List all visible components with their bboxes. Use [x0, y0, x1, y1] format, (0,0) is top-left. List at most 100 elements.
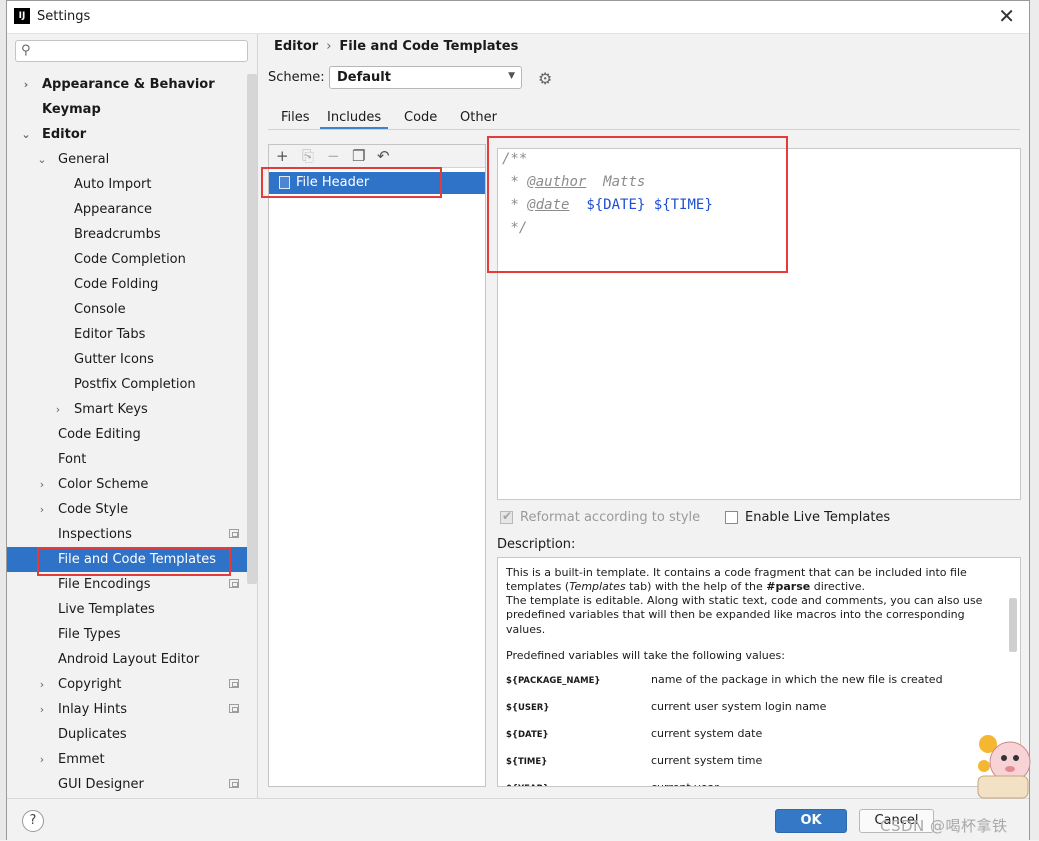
- tree-item-label: Auto Import: [74, 177, 152, 192]
- chevron-right-icon[interactable]: ›: [37, 697, 47, 722]
- tree-item[interactable]: Inspections: [7, 522, 257, 547]
- chevron-right-icon[interactable]: ›: [37, 672, 47, 697]
- tree-item[interactable]: › Code Style: [7, 497, 257, 522]
- tree-item[interactable]: › Copyright: [7, 672, 257, 697]
- scheme-dropdown[interactable]: Default ▼: [329, 66, 522, 89]
- variable-description: current system time: [651, 754, 763, 767]
- project-scope-icon: [229, 679, 239, 688]
- description-label: Description:: [497, 537, 576, 552]
- template-item-file-header[interactable]: File Header: [269, 172, 485, 194]
- minus-icon[interactable]: −: [327, 147, 340, 165]
- settings-search-input[interactable]: ⚲: [15, 40, 248, 62]
- tree-item-label: Appearance & Behavior: [42, 77, 215, 92]
- variable-name: ${USER}: [506, 703, 550, 713]
- tree-item[interactable]: Duplicates: [7, 722, 257, 747]
- reset-icon[interactable]: ↶: [377, 147, 390, 165]
- tree-item[interactable]: Appearance: [7, 197, 257, 222]
- copy-add-icon[interactable]: ⎘: [302, 147, 314, 165]
- settings-dialog: IJ Settings ✕ ⚲ › Appearance & Behavior Ke…: [6, 0, 1030, 841]
- tree-item-label: Breadcrumbs: [74, 227, 161, 242]
- help-button[interactable]: ?: [22, 810, 44, 832]
- tree-item-label: GUI Designer: [58, 777, 144, 792]
- template-item-label: File Header: [296, 175, 370, 190]
- tree-item[interactable]: › Color Scheme: [7, 472, 257, 497]
- chevron-right-icon[interactable]: ›: [53, 397, 63, 422]
- tree-item[interactable]: File Types: [7, 622, 257, 647]
- variable-name: ${TIME}: [506, 757, 548, 767]
- gear-icon[interactable]: ⚙: [538, 69, 552, 88]
- cartoon-sticker-image: [977, 735, 1031, 799]
- tab-code[interactable]: Code: [404, 106, 437, 130]
- tree-item-label: Editor: [42, 127, 87, 142]
- tree-item[interactable]: Auto Import: [7, 172, 257, 197]
- tree-item[interactable]: Console: [7, 297, 257, 322]
- tree-item[interactable]: ⌄ General: [7, 147, 257, 172]
- tree-item[interactable]: Code Folding: [7, 272, 257, 297]
- tab-includes[interactable]: Includes: [320, 106, 389, 130]
- variable-name: ${PACKAGE_NAME}: [506, 676, 601, 686]
- breadcrumb-parent[interactable]: Editor: [274, 39, 318, 54]
- tree-item[interactable]: File Encodings: [7, 572, 257, 597]
- chevron-down-icon[interactable]: ⌄: [37, 147, 47, 172]
- tree-item[interactable]: Code Editing: [7, 422, 257, 447]
- tree-item[interactable]: Android Layout Editor: [7, 647, 257, 672]
- tree-item[interactable]: › Appearance & Behavior: [7, 72, 257, 97]
- window-title: Settings: [37, 9, 91, 24]
- tree-scrollbar[interactable]: [247, 74, 257, 584]
- chevron-right-icon[interactable]: ›: [37, 747, 47, 772]
- settings-tree-panel: ⚲ › Appearance & Behavior Keymap ⌄ Editor ⌄ Ge…: [7, 34, 258, 798]
- tree-item-label: Android Layout Editor: [58, 652, 200, 667]
- tree-item[interactable]: Postfix Completion: [7, 372, 257, 397]
- plus-icon[interactable]: +: [276, 147, 289, 165]
- chevron-down-icon: ▼: [508, 71, 515, 81]
- chevron-right-icon[interactable]: ›: [37, 472, 47, 497]
- tree-item-label: Inlay Hints: [58, 702, 127, 717]
- breadcrumb-current: File and Code Templates: [339, 39, 519, 54]
- tree-item-label: General: [58, 152, 110, 167]
- tree-item-label: Emmet: [58, 752, 105, 767]
- template-code-editor[interactable]: /** * @author Matts * @date ${DATE} ${TI…: [497, 148, 1021, 500]
- tree-item[interactable]: › Emmet: [7, 747, 257, 772]
- description-scrollbar[interactable]: [1009, 598, 1017, 652]
- chevron-right-icon[interactable]: ›: [21, 72, 31, 97]
- template-list: + ⎘ − ❐ ↶ File Header: [268, 144, 486, 787]
- tree-item[interactable]: Gutter Icons: [7, 347, 257, 372]
- variable-description: name of the package in which the new fil…: [651, 673, 943, 686]
- ok-button[interactable]: OK: [775, 809, 847, 833]
- description-panel: This is a built-in template. It contains…: [497, 557, 1021, 787]
- tree-item[interactable]: GUI Designer: [7, 772, 257, 797]
- chevron-right-icon[interactable]: ›: [37, 497, 47, 522]
- tree-item[interactable]: › Smart Keys: [7, 397, 257, 422]
- tree-item[interactable]: Breadcrumbs: [7, 222, 257, 247]
- breadcrumb-separator: ›: [326, 39, 332, 54]
- copy-icon[interactable]: ❐: [352, 147, 365, 165]
- tree-item-label: Inspections: [58, 527, 132, 542]
- close-icon[interactable]: ✕: [998, 4, 1015, 28]
- tree-item[interactable]: › Inlay Hints: [7, 697, 257, 722]
- tree-item-label: Code Editing: [58, 427, 141, 442]
- variable-time: ${TIME}: [653, 197, 713, 213]
- tree-item[interactable]: Live Templates: [7, 597, 257, 622]
- description-paragraph-3: Predefined variables will take the follo…: [506, 649, 785, 662]
- tree-item[interactable]: Keymap: [7, 97, 257, 122]
- tab-files[interactable]: Files: [281, 106, 310, 130]
- tree-item[interactable]: ⌄ Editor: [7, 122, 257, 147]
- variable-description: current year: [651, 781, 719, 786]
- tree-item[interactable]: File and Code Templates: [7, 547, 257, 572]
- tab-other[interactable]: Other: [460, 106, 497, 130]
- tree-item[interactable]: Font: [7, 447, 257, 472]
- tree-item-label: Keymap: [42, 102, 101, 117]
- reformat-checkbox[interactable]: ✔: [500, 509, 513, 524]
- tree-item[interactable]: Editor Tabs: [7, 322, 257, 347]
- live-templates-checkbox[interactable]: [725, 511, 738, 524]
- tree-item-label: Console: [74, 302, 126, 317]
- chevron-down-icon[interactable]: ⌄: [21, 122, 31, 147]
- tree-item-label: Appearance: [74, 202, 153, 217]
- code-line-3: * @date ${DATE} ${TIME}: [502, 197, 713, 213]
- reformat-label: Reformat according to style: [520, 510, 701, 525]
- tree-item[interactable]: Code Completion: [7, 247, 257, 272]
- tree-item-label: Gutter Icons: [74, 352, 154, 367]
- title-bar: IJ Settings ✕: [7, 1, 1029, 34]
- tree-item-label: Copyright: [58, 677, 122, 692]
- tree-item-label: Smart Keys: [74, 402, 148, 417]
